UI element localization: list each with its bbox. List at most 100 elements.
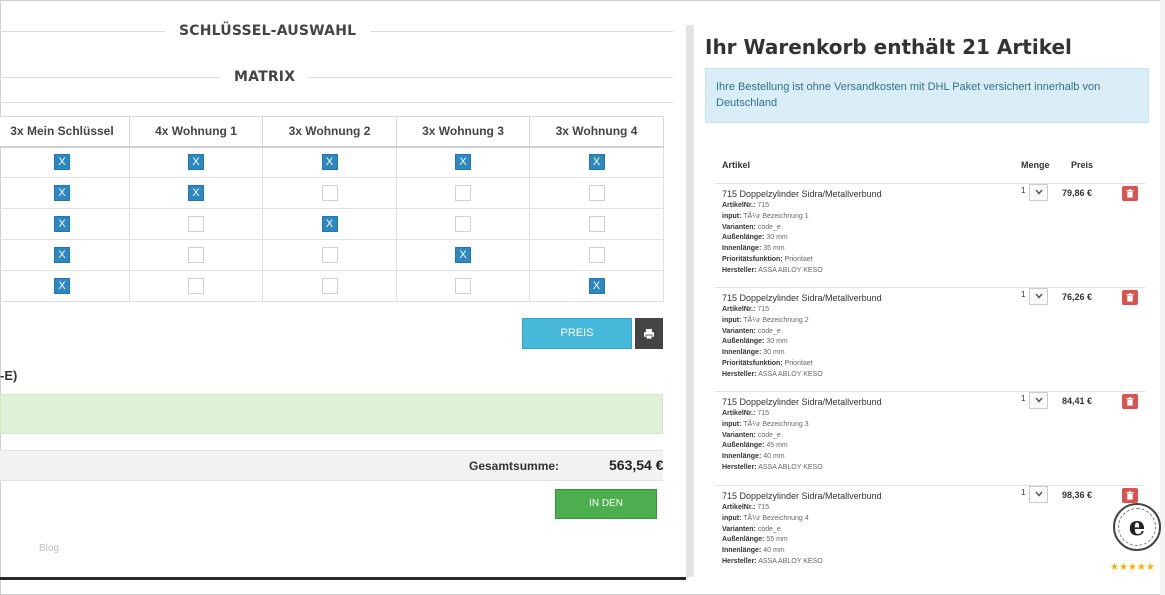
print-button[interactable] (635, 318, 663, 349)
item-detail-line: Innenlänge: 30 mm (722, 348, 823, 359)
matrix-cell: X (0, 146, 130, 178)
quantity-dropdown[interactable] (1029, 486, 1048, 503)
checkbox-checked[interactable]: X (54, 154, 70, 171)
detail-value: 715 (757, 306, 770, 313)
delete-item-button[interactable] (1122, 290, 1138, 305)
checkbox-unchecked[interactable] (188, 215, 204, 232)
detail-value: ASSA ABLOY KESO (758, 557, 823, 565)
detail-key: ArtikelNr.: (722, 202, 756, 209)
total-label: Gesamtsumme: (469, 459, 560, 473)
item-detail-line: Außenlänge: 30 mm (722, 337, 823, 348)
matrix-row: XXXXX (0, 146, 664, 178)
item-detail-line: ArtikelNr.: 715 (722, 305, 823, 316)
blog-link[interactable]: Blog (39, 543, 59, 554)
detail-value: TÃ¼r Bezeichnung 3 (743, 420, 809, 428)
checkbox-unchecked[interactable] (321, 184, 338, 201)
quantity-dropdown[interactable] (1029, 184, 1048, 201)
item-detail-line: Hersteller: ASSA ABLOY KESO (722, 266, 823, 277)
delete-item-button[interactable] (1122, 186, 1138, 201)
trash-icon (1126, 491, 1134, 500)
checkbox-checked[interactable]: X (321, 154, 338, 171)
quantity-value: 1 (1021, 186, 1026, 195)
item-detail-line: Hersteller: ASSA ABLOY KESO (722, 370, 823, 381)
detail-value: 30 mm (763, 349, 785, 357)
delete-item-button[interactable] (1122, 488, 1138, 503)
checkbox-unchecked[interactable] (588, 215, 605, 232)
checkbox-unchecked[interactable] (455, 215, 471, 232)
matrix-cell: X (262, 208, 397, 240)
checkbox-checked[interactable]: X (54, 246, 70, 263)
chevron-down-icon (1034, 189, 1043, 195)
detail-value: 40 mm (763, 453, 785, 461)
detail-value: 715 (757, 410, 770, 417)
checkbox-checked[interactable]: X (455, 246, 471, 263)
divider (0, 31, 165, 32)
matrix-body: XXXXXXXXXXXXX (0, 146, 664, 302)
matrix-cell: X (262, 146, 397, 178)
chevron-down-icon (1034, 397, 1043, 403)
checkbox-checked[interactable]: X (188, 184, 204, 201)
checkbox-checked[interactable]: X (321, 215, 338, 232)
checkbox-checked[interactable]: X (588, 277, 605, 294)
checkbox-checked[interactable]: X (54, 277, 70, 294)
item-detail-line: ArtikelNr.: 715 (722, 409, 823, 420)
detail-key: Außenlänge: (722, 234, 765, 242)
matrix-cell (529, 208, 664, 240)
matrix-cell: X (0, 270, 130, 302)
item-detail-line: Prioritätsfunktion: Prioritaet (722, 255, 823, 266)
item-price: 79,86 € (1062, 188, 1093, 198)
checkbox-checked[interactable]: X (588, 154, 605, 171)
item-detail-line: Varianten: code_e (722, 431, 823, 442)
quantity-dropdown[interactable] (1029, 288, 1048, 305)
detail-value: TÃ¼r Bezeichnung 1 (743, 212, 809, 220)
detail-key: Außenlänge: (722, 536, 765, 544)
checkbox-unchecked[interactable] (321, 246, 338, 263)
matrix-row: XX (0, 177, 664, 209)
checkbox-unchecked[interactable] (588, 246, 605, 263)
matrix-column-header: 3x Wohnung 3 (396, 116, 530, 148)
matrix-row: XX (0, 208, 664, 240)
delete-item-button[interactable] (1122, 394, 1138, 409)
trusted-shops-badge[interactable]: e (1113, 503, 1161, 551)
item-name[interactable]: 715 Doppelzylinder Sidra/Metallverbund (722, 189, 882, 199)
detail-key: Innenlänge: (722, 453, 762, 461)
checkbox-unchecked[interactable] (188, 277, 204, 294)
divider (0, 77, 220, 78)
detail-key: ArtikelNr.: (722, 410, 756, 417)
item-name[interactable]: 715 Doppelzylinder Sidra/Metallverbund (722, 293, 882, 303)
item-name[interactable]: 715 Doppelzylinder Sidra/Metallverbund (722, 491, 882, 501)
checkbox-checked[interactable]: X (54, 215, 70, 232)
checkbox-checked[interactable]: X (455, 154, 471, 171)
checkbox-unchecked[interactable] (455, 184, 471, 201)
quantity-dropdown[interactable] (1029, 392, 1048, 409)
detail-value: code_e (757, 431, 781, 439)
cart-panel: Ihr Warenkorb enthält 21 Artikel Ihre Be… (694, 0, 1165, 595)
checkbox-checked[interactable]: X (54, 184, 70, 201)
scrollbar[interactable] (1160, 0, 1165, 595)
checkbox-unchecked[interactable] (188, 246, 204, 263)
detail-key: Hersteller: (722, 266, 757, 274)
detail-key: Prioritätsfunktion: (722, 359, 783, 367)
item-detail-line: Innenlänge: 40 mm (722, 546, 823, 557)
panel-divider-scrollbar[interactable] (686, 25, 694, 577)
add-to-cart-button[interactable]: IN DEN WARENKORB (555, 489, 657, 537)
checkbox-unchecked[interactable] (321, 277, 338, 294)
matrix-column-header: 3x Mein Schlüssel (0, 116, 130, 148)
matrix-column-header: 3x Wohnung 4 (529, 116, 664, 148)
detail-key: Varianten: (722, 525, 756, 533)
item-detail-line: Innenlänge: 40 mm (722, 452, 823, 463)
matrix-header-row: 3x Mein Schlüssel 4x Wohnung 1 3x Wohnung … (0, 116, 664, 148)
total-bar (0, 450, 663, 481)
checkbox-unchecked[interactable] (588, 184, 605, 201)
item-detail-line: Außenlänge: 55 mm (722, 535, 823, 546)
detail-value: ASSA ABLOY KESO (758, 370, 823, 378)
chevron-down-icon (1034, 491, 1043, 497)
trash-icon (1126, 293, 1134, 302)
checkbox-unchecked[interactable] (455, 277, 471, 294)
checkbox-checked[interactable]: X (188, 154, 204, 171)
matrix-cell (396, 270, 530, 302)
item-name[interactable]: 715 Doppelzylinder Sidra/Metallverbund (722, 397, 882, 407)
update-price-button[interactable]: PREIS AKTUALISIEREN (522, 318, 632, 368)
item-details: ArtikelNr.: 715 input: TÃ¼r Bezeichnung 1… (722, 201, 823, 277)
detail-key: ArtikelNr.: (722, 504, 756, 511)
